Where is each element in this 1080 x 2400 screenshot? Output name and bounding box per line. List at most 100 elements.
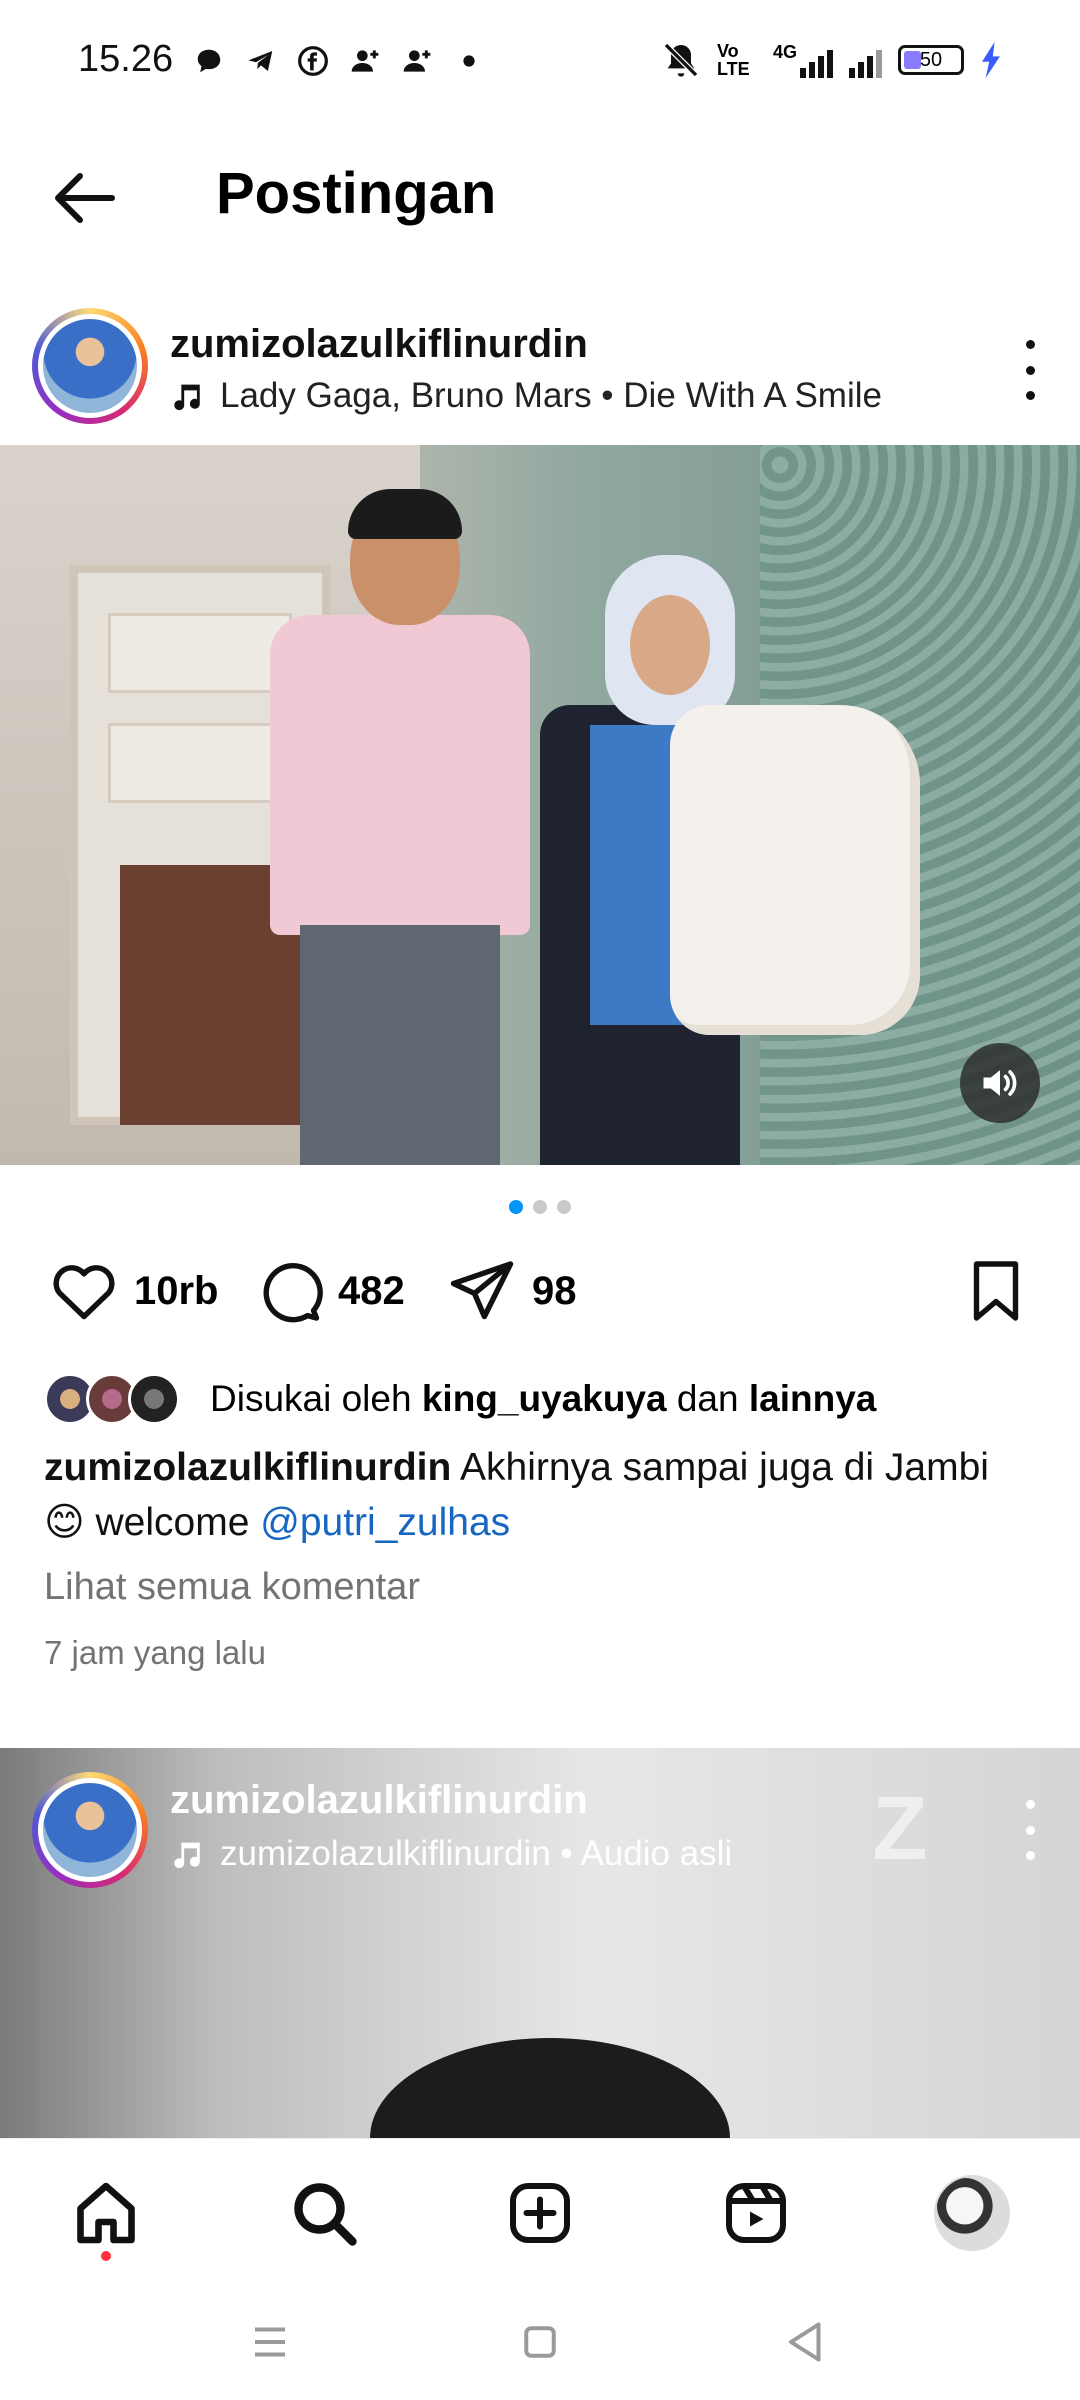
signal-icon bbox=[849, 42, 882, 78]
share-button[interactable]: 98 bbox=[446, 1255, 577, 1327]
volte-icon: Vo LTE bbox=[716, 41, 750, 79]
comment-button[interactable]: 482 bbox=[252, 1255, 405, 1327]
watermark-logo: Z bbox=[872, 1779, 928, 1879]
liked-by-user[interactable]: king_uyakuya bbox=[422, 1378, 667, 1420]
more-dot bbox=[1025, 365, 1035, 375]
battery-fill bbox=[904, 51, 921, 69]
charging-icon bbox=[982, 42, 1000, 78]
post-actions: 10rb 482 98 bbox=[0, 1255, 1080, 1335]
dot-icon bbox=[452, 44, 486, 78]
post-timestamp: 7 jam yang lalu bbox=[44, 1634, 266, 1671]
notification-icons bbox=[192, 44, 486, 78]
view-all-comments-link[interactable]: Lihat semua komentar bbox=[44, 1566, 420, 1609]
system-status-icons: Vo LTE 4G 50 bbox=[661, 40, 1002, 80]
network-label: 4G bbox=[772, 42, 797, 62]
save-button[interactable] bbox=[960, 1255, 1032, 1327]
status-time: 15.26 bbox=[78, 38, 174, 80]
liked-by-prefix: Disukai oleh bbox=[210, 1378, 412, 1419]
heart-icon bbox=[53, 1265, 115, 1320]
carousel-indicator bbox=[0, 1200, 1080, 1214]
chat-bubble-icon bbox=[192, 44, 226, 78]
battery-indicator: 50 bbox=[898, 45, 964, 75]
liked-by-row[interactable]: Disukai oleh king_uyakuya dan lainnya bbox=[44, 1370, 1044, 1428]
telegram-icon bbox=[244, 44, 278, 78]
share-count: 98 bbox=[532, 1268, 577, 1313]
liker-avatars bbox=[44, 1370, 194, 1428]
nav-reels[interactable] bbox=[716, 2173, 796, 2253]
post-music[interactable]: zumizolazulkiflinurdin • Audio asli bbox=[170, 1834, 732, 1874]
caption-mention[interactable]: @putri_zulhas bbox=[260, 1501, 510, 1544]
post-username[interactable]: zumizolazulkiflinurdin bbox=[170, 1778, 588, 1823]
comment-count: 482 bbox=[338, 1268, 405, 1313]
page-title: Postingan bbox=[216, 161, 497, 226]
more-options-button[interactable] bbox=[1010, 1800, 1050, 1860]
bookmark-icon bbox=[973, 1261, 1019, 1321]
app-header: Postingan bbox=[0, 130, 1080, 260]
caption-username[interactable]: zumizolazulkiflinurdin bbox=[44, 1446, 451, 1489]
post-header: zumizolazulkiflinurdin Lady Gaga, Bruno … bbox=[0, 300, 1080, 440]
nav-search[interactable] bbox=[284, 2173, 364, 2253]
story-avatar[interactable] bbox=[32, 308, 148, 424]
notification-dot bbox=[101, 2251, 111, 2261]
home-icon bbox=[77, 2182, 135, 2244]
post-caption: zumizolazulkiflinurdin Akhirnya sampai j… bbox=[44, 1440, 1044, 1550]
triangle-back-icon bbox=[789, 2322, 821, 2362]
more-dot bbox=[1025, 340, 1035, 349]
caption-emoji: 😊 bbox=[44, 1501, 85, 1544]
story-avatar[interactable] bbox=[32, 1772, 148, 1888]
caption-welcome: welcome bbox=[95, 1501, 250, 1544]
nav-profile[interactable] bbox=[932, 2173, 1012, 2253]
back-nav-button[interactable] bbox=[776, 2312, 836, 2372]
more-options-button[interactable] bbox=[1010, 340, 1050, 400]
facebook-icon bbox=[296, 44, 330, 78]
volume-icon bbox=[983, 1070, 1017, 1096]
4g-signal-icon: 4G bbox=[773, 42, 833, 78]
square-icon bbox=[524, 2326, 556, 2358]
more-dot bbox=[1025, 1800, 1035, 1809]
person-add-icon bbox=[348, 44, 382, 78]
avatar bbox=[43, 319, 137, 413]
send-icon bbox=[450, 1261, 514, 1320]
reels-icon bbox=[726, 2183, 786, 2243]
status-bar: 15.26 Vo LTE 4G 50 bbox=[0, 0, 1080, 120]
mute-icon bbox=[663, 42, 699, 78]
like-count: 10rb bbox=[134, 1268, 219, 1313]
home-button[interactable] bbox=[510, 2312, 570, 2372]
carousel-dot bbox=[533, 1200, 547, 1214]
arrow-left-icon bbox=[55, 173, 115, 223]
carousel-dot bbox=[509, 1200, 523, 1214]
comment-icon bbox=[263, 1263, 323, 1323]
liked-by-and: dan bbox=[676, 1378, 739, 1419]
carousel-dot bbox=[557, 1200, 571, 1214]
music-note-icon bbox=[174, 1842, 200, 1869]
post-music[interactable]: Lady Gaga, Bruno Mars • Die With A Smile bbox=[170, 376, 882, 416]
avatar bbox=[128, 1373, 180, 1425]
recent-apps-button[interactable] bbox=[240, 2312, 300, 2372]
liked-by-others[interactable]: lainnya bbox=[749, 1378, 877, 1420]
like-button[interactable]: 10rb bbox=[48, 1255, 219, 1327]
avatar bbox=[43, 1783, 137, 1877]
music-label: Lady Gaga, Bruno Mars • Die With A Smile bbox=[220, 376, 882, 415]
search-icon bbox=[294, 2183, 357, 2246]
create-icon bbox=[510, 2183, 570, 2243]
nav-create[interactable] bbox=[500, 2173, 580, 2253]
sound-toggle-button[interactable] bbox=[960, 1043, 1040, 1123]
post-media[interactable] bbox=[0, 445, 1080, 1165]
music-label: zumizolazulkiflinurdin • Audio asli bbox=[220, 1834, 733, 1873]
music-note-icon bbox=[174, 384, 200, 411]
more-dot bbox=[1025, 1851, 1035, 1860]
system-navigation bbox=[0, 2286, 1080, 2400]
person-add-icon bbox=[400, 44, 434, 78]
back-button[interactable] bbox=[44, 158, 124, 238]
battery-level: 50 bbox=[919, 48, 943, 71]
profile-avatar bbox=[934, 2175, 1010, 2251]
post-username[interactable]: zumizolazulkiflinurdin bbox=[170, 322, 588, 367]
bottom-navigation bbox=[0, 2138, 1080, 2286]
nav-home[interactable] bbox=[66, 2173, 146, 2253]
photo-person bbox=[520, 555, 920, 1165]
more-dot bbox=[1025, 1825, 1035, 1835]
next-post[interactable]: Z zumizolazulkiflinurdin zumizolazulkifl… bbox=[0, 1748, 1080, 2138]
more-dot bbox=[1025, 391, 1035, 400]
photo-person bbox=[270, 489, 530, 1165]
photo-person bbox=[370, 2038, 730, 2138]
